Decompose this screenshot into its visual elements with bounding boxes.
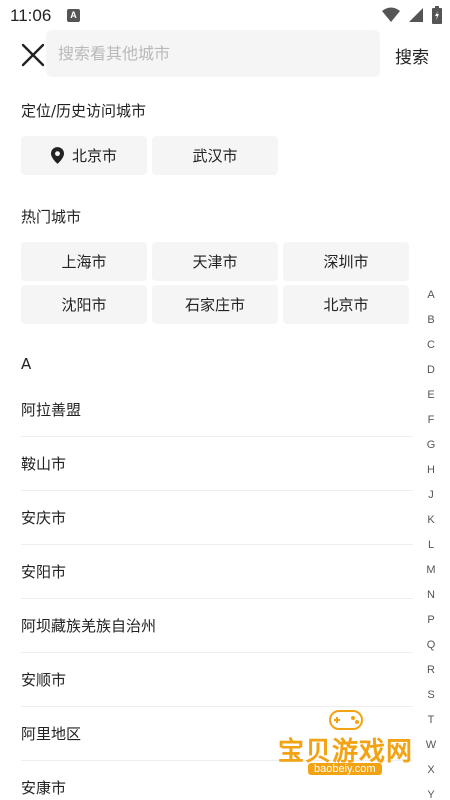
city-list-item[interactable]: 阿坝藏族羌族自治州 <box>21 599 413 653</box>
hot-city-chip[interactable]: 北京市 <box>283 285 409 324</box>
city-list-item[interactable]: 安庆市 <box>21 491 413 545</box>
notification-icon: A <box>67 9 80 22</box>
hot-city-label: 沈阳市 <box>61 296 107 314</box>
hot-section-title: 热门城市 <box>21 208 82 226</box>
hot-city-label: 北京市 <box>323 296 369 314</box>
index-letter[interactable]: L <box>419 533 443 558</box>
index-letter[interactable]: D <box>419 358 443 383</box>
search-row: 搜索 <box>0 30 450 78</box>
index-letter[interactable]: P <box>419 608 443 633</box>
hot-city-chip[interactable]: 天津市 <box>152 242 278 281</box>
index-letter[interactable]: G <box>419 433 443 458</box>
city-list-item[interactable]: 阿拉善盟 <box>21 383 413 437</box>
location-section-title: 定位/历史访问城市 <box>21 102 147 120</box>
index-letter[interactable]: C <box>419 333 443 358</box>
letter-group-header: A <box>21 355 32 373</box>
history-city-chip[interactable]: 武汉市 <box>152 136 278 175</box>
index-letter[interactable]: A <box>419 283 443 308</box>
hot-city-chip[interactable]: 深圳市 <box>283 242 409 281</box>
index-letter[interactable]: H <box>419 458 443 483</box>
index-letter[interactable]: Q <box>419 633 443 658</box>
current-location-chip[interactable]: 北京市 <box>21 136 147 175</box>
hot-city-chip[interactable]: 沈阳市 <box>21 285 147 324</box>
signal-icon <box>409 8 423 22</box>
search-input[interactable] <box>58 30 368 77</box>
index-letter[interactable]: F <box>419 408 443 433</box>
city-list-item[interactable]: 安顺市 <box>21 653 413 707</box>
status-icons <box>382 6 442 24</box>
index-letter[interactable]: M <box>419 558 443 583</box>
search-box[interactable] <box>46 30 380 77</box>
close-icon[interactable] <box>20 42 46 68</box>
index-letter[interactable]: Y <box>419 783 443 800</box>
index-letter[interactable]: N <box>419 583 443 608</box>
hot-city-label: 石家庄市 <box>184 296 245 314</box>
city-list-item[interactable]: 安阳市 <box>21 545 413 599</box>
hot-city-chip[interactable]: 石家庄市 <box>152 285 278 324</box>
hot-city-label: 上海市 <box>61 253 107 271</box>
city-list-item[interactable]: 鞍山市 <box>21 437 413 491</box>
index-letter[interactable]: J <box>419 483 443 508</box>
gamepad-icon <box>329 710 363 730</box>
hot-city-chip[interactable]: 上海市 <box>21 242 147 281</box>
history-city-label: 武汉市 <box>192 147 238 165</box>
location-pin-icon <box>50 147 64 164</box>
wifi-icon <box>382 7 400 22</box>
index-letter[interactable]: K <box>419 508 443 533</box>
watermark-site: baobeiy.com <box>308 763 382 775</box>
status-time: 11:06 <box>10 6 52 25</box>
index-letter[interactable]: R <box>419 658 443 683</box>
watermark-logo: 宝贝游戏网 baobeiy.com <box>274 705 424 785</box>
current-location-label: 北京市 <box>71 147 117 165</box>
index-letter[interactable]: B <box>419 308 443 333</box>
battery-icon <box>432 6 442 24</box>
search-button[interactable]: 搜索 <box>395 43 429 68</box>
hot-city-label: 天津市 <box>192 253 238 271</box>
index-letter[interactable]: E <box>419 383 443 408</box>
status-bar: 11:06 A <box>0 0 450 32</box>
hot-city-label: 深圳市 <box>323 253 369 271</box>
